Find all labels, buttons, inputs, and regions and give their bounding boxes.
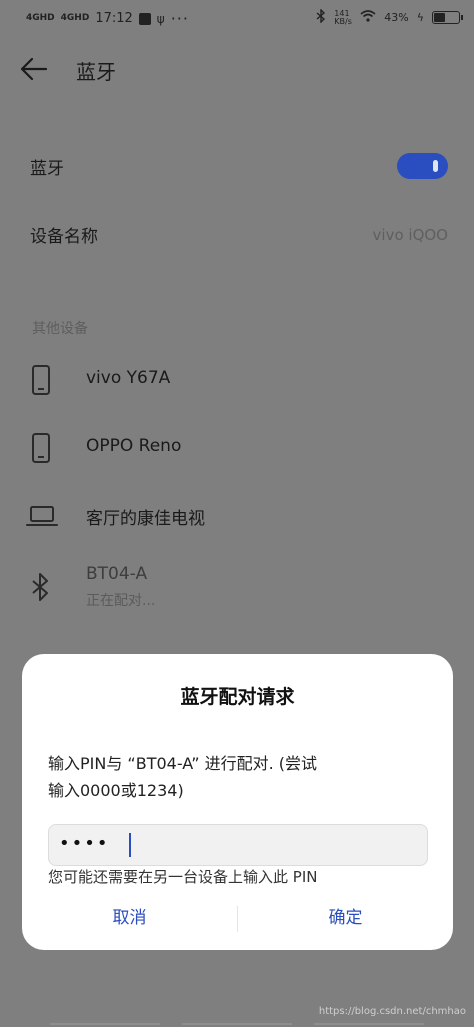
status-time: 17:12: [95, 11, 133, 26]
device-name: vivo Y67A: [86, 368, 171, 388]
nav-indicator[interactable]: [314, 1023, 424, 1025]
nav-indicator[interactable]: [50, 1023, 160, 1025]
back-arrow-icon[interactable]: [20, 56, 48, 82]
dialog-title: 蓝牙配对请求: [180, 686, 295, 708]
device-name-label[interactable]: 设备名称: [30, 222, 98, 247]
device-item-vivo-y67a[interactable]: vivo Y67A: [0, 352, 474, 408]
dialog-message: 输入PIN与 “BT04-A” 进行配对. (尝试 输入0000或1234): [48, 750, 428, 804]
device-name-value: vivo iQOO: [372, 226, 448, 244]
phone-icon: [28, 432, 54, 464]
more-status-dots: ···: [170, 9, 189, 28]
dialog-message-line-1: 输入PIN与 “BT04-A” 进行配对. (尝试: [48, 754, 318, 773]
bluetooth-label: 蓝牙: [30, 159, 64, 179]
pairing-dialog: 蓝牙配对请求 输入PIN与 “BT04-A” 进行配对. (尝试 输入0000或…: [22, 654, 453, 950]
cancel-button[interactable]: 取消: [22, 898, 237, 938]
confirm-button[interactable]: 确定: [238, 898, 453, 938]
laptop-icon: [26, 504, 58, 528]
signal-indicator-1: 4GHD: [26, 13, 55, 23]
net-speed: 141 KB/s: [334, 8, 352, 26]
device-item-bt04-a[interactable]: BT04-A 正在配对...: [0, 556, 474, 616]
battery-icon: [432, 11, 463, 24]
bluetooth-status-icon: [316, 8, 326, 26]
dialog-message-line-2: 输入0000或1234): [48, 781, 184, 800]
battery-percent: 43%: [384, 11, 409, 24]
pin-input[interactable]: ••••: [48, 824, 428, 866]
device-item-oppo-reno[interactable]: OPPO Reno: [0, 420, 474, 476]
device-name: OPPO Reno: [86, 436, 182, 456]
bluetooth-toggle[interactable]: [397, 153, 448, 179]
app-badge-icon: [138, 12, 151, 25]
signal-indicator-2: 4GHD: [60, 13, 90, 23]
bluetooth-icon: [30, 572, 52, 602]
device-name: BT04-A: [86, 564, 148, 584]
navigation-bar: [0, 1019, 474, 1027]
device-item-living-room-tv[interactable]: 客厅的康佳电视: [0, 488, 474, 544]
page-title: 蓝牙: [76, 60, 116, 84]
phone-icon: [28, 364, 54, 396]
pin-input-value: ••••: [59, 833, 110, 854]
charging-icon: ϟ: [416, 11, 424, 24]
other-devices-section-title: 其他设备: [32, 321, 88, 337]
pairing-status: 正在配对...: [86, 593, 156, 609]
watermark: https://blog.csdn.net/chmhao: [318, 1006, 466, 1017]
nav-indicator[interactable]: [182, 1023, 292, 1025]
dialog-hint: 您可能还需要在另一台设备上输入此 PIN: [48, 868, 318, 886]
wifi-icon: [360, 10, 376, 25]
usb-icon: ψ: [156, 11, 165, 26]
text-cursor: [129, 833, 131, 857]
device-name: 客厅的康佳电视: [86, 509, 205, 529]
status-bar: 4GHD 4GHD 17:12 ψ ··· 141 KB/s 43% ϟ: [0, 0, 474, 36]
